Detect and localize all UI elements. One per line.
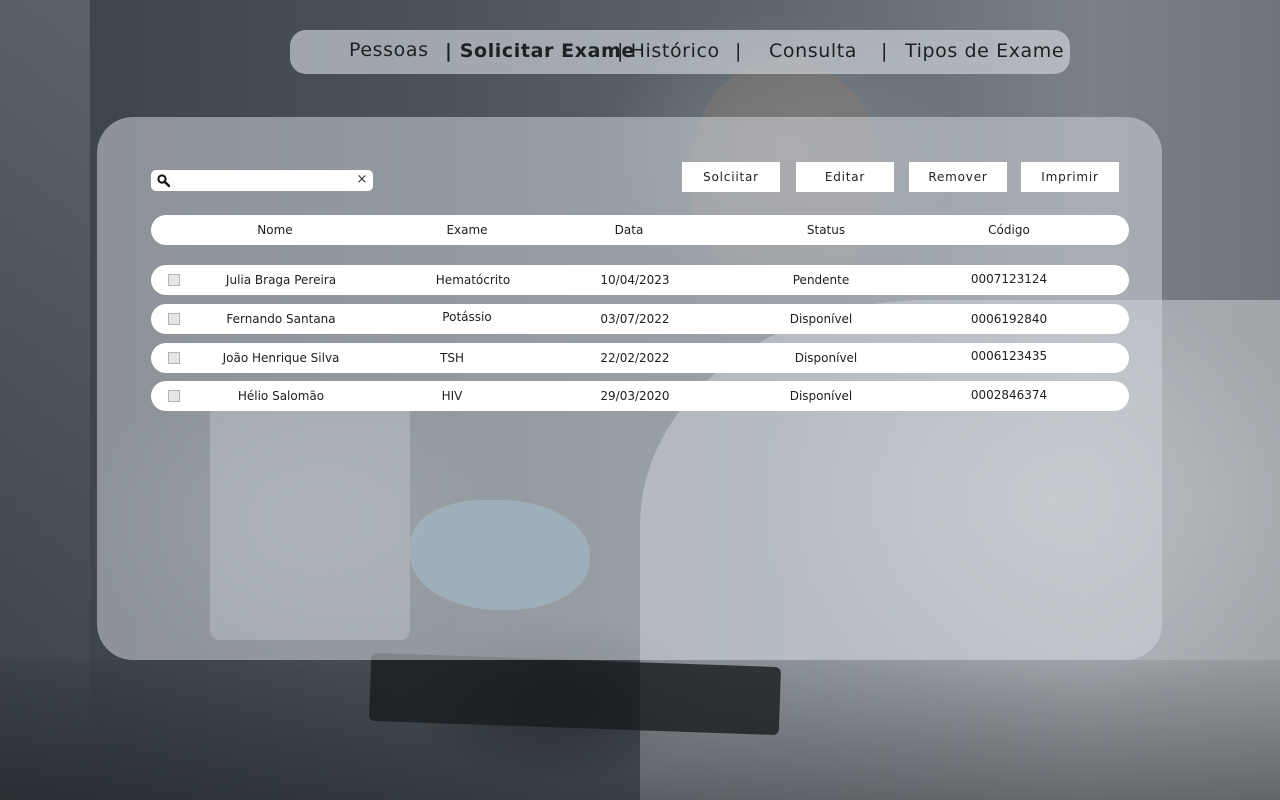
- cell-data: 22/02/2022: [600, 351, 670, 365]
- row-checkbox[interactable]: [168, 313, 180, 325]
- table-row[interactable]: Fernando Santana Potássio 03/07/2022 Dis…: [151, 304, 1129, 334]
- background-tablet: [368, 652, 782, 736]
- solicitar-button[interactable]: Solciitar: [682, 162, 780, 192]
- table-row[interactable]: Julia Braga Pereira Hematócrito 10/04/20…: [151, 265, 1129, 295]
- cell-exame: HIV: [441, 389, 463, 403]
- cell-exame: TSH: [440, 351, 464, 365]
- cell-codigo: 0002846374: [970, 388, 1048, 402]
- cell-status: Disponível: [794, 351, 858, 365]
- row-checkbox[interactable]: [168, 390, 180, 402]
- search-icon: [157, 174, 170, 187]
- cell-nome: João Henrique Silva: [222, 351, 340, 365]
- row-checkbox[interactable]: [168, 274, 180, 286]
- cell-exame: Potássio: [442, 310, 492, 324]
- background-bench: [0, 660, 1280, 800]
- cell-codigo: 0007123124: [970, 272, 1048, 286]
- column-header-codigo[interactable]: Código: [959, 215, 1059, 245]
- row-checkbox[interactable]: [168, 352, 180, 364]
- cell-nome: Fernando Santana: [226, 312, 336, 326]
- top-nav: Pessoas | Solicitar Exame | Histórico | …: [290, 30, 1070, 74]
- cell-status: Disponível: [789, 389, 853, 403]
- nav-item-tipos-de-exame[interactable]: Tipos de Exame: [905, 40, 1064, 62]
- column-header-nome[interactable]: Nome: [225, 215, 325, 245]
- nav-separator: |: [735, 40, 743, 62]
- remover-button[interactable]: Remover: [909, 162, 1007, 192]
- imprimir-button[interactable]: Imprimir: [1021, 162, 1119, 192]
- background-lab-shelf: [0, 0, 90, 800]
- table-row[interactable]: Hélio Salomão HIV 29/03/2020 Disponível …: [151, 381, 1129, 411]
- close-icon[interactable]: ×: [356, 172, 368, 188]
- cell-codigo: 0006123435: [970, 349, 1048, 363]
- nav-item-pessoas[interactable]: Pessoas: [349, 39, 429, 61]
- cell-nome: Julia Braga Pereira: [225, 273, 337, 287]
- table-row[interactable]: João Henrique Silva TSH 22/02/2022 Dispo…: [151, 343, 1129, 373]
- nav-item-historico[interactable]: | Histórico: [617, 40, 720, 62]
- editar-button[interactable]: Editar: [796, 162, 894, 192]
- cell-data: 03/07/2022: [600, 312, 670, 326]
- search-box: ×: [151, 170, 373, 191]
- cell-data: 10/04/2023: [600, 273, 670, 287]
- cell-exame: Hematócrito: [435, 273, 511, 287]
- cell-codigo: 0006192840: [970, 312, 1048, 326]
- nav-item-consulta[interactable]: Consulta: [769, 40, 857, 62]
- cell-data: 29/03/2020: [600, 389, 670, 403]
- cell-nome: Hélio Salomão: [237, 389, 325, 403]
- nav-item-solicitar-exame[interactable]: | Solicitar Exame: [445, 40, 635, 62]
- column-header-exame[interactable]: Exame: [417, 215, 517, 245]
- column-header-data[interactable]: Data: [579, 215, 679, 245]
- cell-status: Pendente: [792, 273, 850, 287]
- cell-status: Disponível: [789, 312, 853, 326]
- table-header: Nome Exame Data Status Código: [151, 215, 1129, 245]
- search-input[interactable]: [175, 172, 355, 189]
- column-header-status[interactable]: Status: [771, 215, 881, 245]
- nav-separator: |: [881, 40, 889, 62]
